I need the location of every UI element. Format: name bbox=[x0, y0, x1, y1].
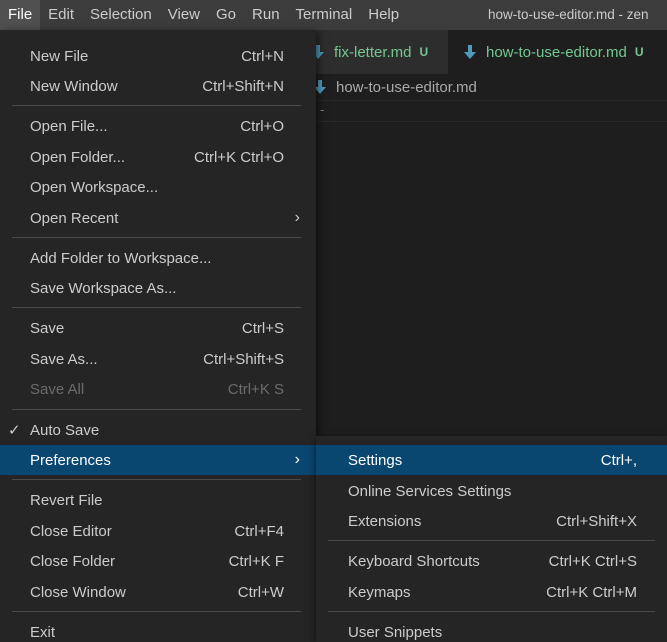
menu-item-label: Open File... bbox=[30, 117, 108, 135]
menu-item-settings[interactable]: Settings Ctrl+, bbox=[316, 445, 667, 475]
menu-edit[interactable]: Edit bbox=[40, 0, 82, 30]
menu-item-shortcut: Ctrl+K Ctrl+M bbox=[546, 583, 637, 601]
untracked-badge: U bbox=[419, 45, 429, 59]
menu-item-revert-file[interactable]: Revert File bbox=[0, 485, 316, 515]
menu-item-label: Exit bbox=[30, 623, 56, 641]
file-menu: New File Ctrl+N New Window Ctrl+Shift+N … bbox=[0, 30, 316, 642]
menu-item-label: Online Services Settings bbox=[348, 482, 512, 500]
menu-item-save-workspace-as[interactable]: Save Workspace As... bbox=[0, 273, 316, 303]
chevron-right-icon: › bbox=[294, 209, 300, 226]
menu-item-label: Save bbox=[30, 319, 65, 337]
menu-item-label: Preferences bbox=[30, 451, 111, 469]
menu-separator bbox=[12, 105, 301, 106]
menu-item-shortcut: Ctrl+W bbox=[237, 583, 284, 601]
menu-item-add-folder-to-workspace[interactable]: Add Folder to Workspace... bbox=[0, 243, 316, 273]
menu-item-preferences[interactable]: Preferences › bbox=[0, 445, 316, 475]
menu-run[interactable]: Run bbox=[244, 0, 288, 30]
menu-item-close-editor[interactable]: Close Editor Ctrl+F4 bbox=[0, 516, 316, 546]
menu-item-shortcut: Ctrl+Shift+S bbox=[203, 350, 284, 368]
checkmark-icon: ✓ bbox=[8, 422, 21, 439]
menu-item-user-snippets[interactable]: User Snippets bbox=[316, 617, 667, 642]
menu-item-keyboard-shortcuts[interactable]: Keyboard Shortcuts Ctrl+K Ctrl+S bbox=[316, 546, 667, 576]
menu-item-online-services-settings[interactable]: Online Services Settings bbox=[316, 476, 667, 506]
menu-view[interactable]: View bbox=[160, 0, 208, 30]
menu-item-shortcut: Ctrl+, bbox=[600, 451, 637, 469]
menu-item-label: Save As... bbox=[30, 350, 98, 368]
menu-item-extensions[interactable]: Extensions Ctrl+Shift+X bbox=[316, 506, 667, 536]
tab-label: how-to-use-editor.md bbox=[486, 43, 627, 61]
menu-item-close-folder[interactable]: Close Folder Ctrl+K F bbox=[0, 546, 316, 576]
menu-item-save-all: Save All Ctrl+K S bbox=[0, 374, 316, 404]
menu-item-label: Settings bbox=[348, 451, 403, 469]
menu-item-shortcut: Ctrl+N bbox=[241, 47, 284, 65]
menu-separator bbox=[12, 479, 301, 480]
menu-file[interactable]: File bbox=[0, 0, 41, 30]
menu-separator bbox=[12, 307, 301, 308]
menu-item-label: Open Workspace... bbox=[30, 178, 159, 196]
menu-item-save[interactable]: Save Ctrl+S bbox=[0, 313, 316, 343]
menu-item-open-recent[interactable]: Open Recent › bbox=[0, 203, 316, 233]
tab-how-to-use-editor[interactable]: how-to-use-editor.md U bbox=[448, 30, 667, 74]
menu-item-exit[interactable]: Exit bbox=[0, 617, 316, 642]
menu-separator bbox=[328, 611, 655, 612]
menu-item-label: Keymaps bbox=[348, 583, 411, 601]
menu-item-open-file[interactable]: Open File... Ctrl+O bbox=[0, 111, 316, 141]
menu-separator bbox=[12, 611, 301, 612]
menu-item-label: Close Editor bbox=[30, 522, 112, 540]
menu-item-label: Close Window bbox=[30, 583, 126, 601]
menu-item-label: Save All bbox=[30, 380, 85, 398]
menu-item-shortcut: Ctrl+O bbox=[240, 117, 284, 135]
breadcrumb: how-to-use-editor.md bbox=[300, 74, 667, 100]
menu-separator bbox=[328, 540, 655, 541]
menu-item-auto-save[interactable]: ✓ Auto Save bbox=[0, 415, 316, 445]
window-title: how-to-use-editor.md - zen bbox=[488, 7, 649, 22]
menu-item-shortcut: Ctrl+Shift+X bbox=[556, 512, 637, 530]
editor-tab-bar: fix-letter.md U how-to-use-editor.md U bbox=[300, 30, 667, 74]
menu-item-new-file[interactable]: New File Ctrl+N bbox=[0, 41, 316, 71]
menu-item-close-window[interactable]: Close Window Ctrl+W bbox=[0, 577, 316, 607]
menu-item-label: Revert File bbox=[30, 491, 103, 509]
menu-item-label: Save Workspace As... bbox=[30, 279, 177, 297]
menu-item-shortcut: Ctrl+F4 bbox=[234, 522, 284, 540]
menu-item-new-window[interactable]: New Window Ctrl+Shift+N bbox=[0, 71, 316, 101]
tab-fix-letter[interactable]: fix-letter.md U bbox=[300, 30, 448, 74]
menu-item-save-as[interactable]: Save As... Ctrl+Shift+S bbox=[0, 344, 316, 374]
menu-item-shortcut: Ctrl+K S bbox=[227, 380, 284, 398]
menu-item-label: Open Recent bbox=[30, 209, 119, 227]
menu-separator bbox=[12, 409, 301, 410]
menu-item-shortcut: Ctrl+S bbox=[241, 319, 284, 337]
menu-item-open-workspace[interactable]: Open Workspace... bbox=[0, 172, 316, 202]
menu-item-label: Extensions bbox=[348, 512, 422, 530]
menu-item-shortcut: Ctrl+K Ctrl+S bbox=[548, 552, 637, 570]
menu-terminal[interactable]: Terminal bbox=[288, 0, 361, 30]
menu-item-label: Open Folder... bbox=[30, 148, 126, 166]
tab-label: fix-letter.md bbox=[334, 43, 412, 61]
menu-item-label: Keyboard Shortcuts bbox=[348, 552, 480, 570]
untracked-badge: U bbox=[634, 45, 644, 59]
menu-item-shortcut: Ctrl+K Ctrl+O bbox=[193, 148, 284, 166]
menu-item-open-folder[interactable]: Open Folder... Ctrl+K Ctrl+O bbox=[0, 142, 316, 172]
menu-item-shortcut: Ctrl+K F bbox=[228, 552, 284, 570]
menu-item-keymaps[interactable]: Keymaps Ctrl+K Ctrl+M bbox=[316, 577, 667, 607]
menu-item-label: New File bbox=[30, 47, 89, 65]
breadcrumb-file[interactable]: how-to-use-editor.md bbox=[336, 79, 477, 96]
menu-go[interactable]: Go bbox=[208, 0, 244, 30]
preferences-submenu: Settings Ctrl+, Online Services Settings… bbox=[316, 436, 667, 642]
menu-item-label: User Snippets bbox=[348, 623, 443, 641]
menu-item-label: Close Folder bbox=[30, 552, 116, 570]
menu-selection[interactable]: Selection bbox=[82, 0, 160, 30]
menu-item-label: New Window bbox=[30, 77, 118, 95]
markdown-icon bbox=[464, 45, 476, 59]
menu-help[interactable]: Help bbox=[360, 0, 407, 30]
chevron-right-icon: › bbox=[294, 451, 300, 468]
editor-line[interactable]: - bbox=[300, 100, 667, 122]
menu-item-label: Auto Save bbox=[30, 421, 100, 439]
menu-item-label: Add Folder to Workspace... bbox=[30, 249, 212, 267]
menu-separator bbox=[12, 237, 301, 238]
menu-item-shortcut: Ctrl+Shift+N bbox=[202, 77, 284, 95]
